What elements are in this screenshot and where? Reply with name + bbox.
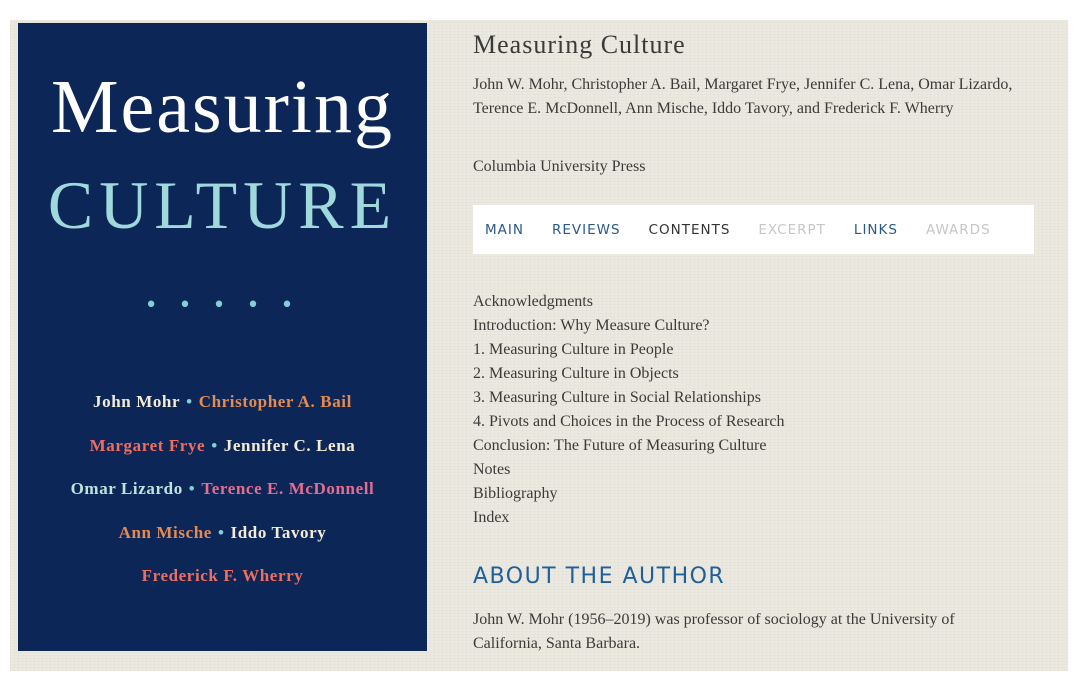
cover-author-name: Terence E. McDonnell xyxy=(201,479,375,498)
contents-item: Introduction: Why Measure Culture? xyxy=(473,317,710,334)
tab-main[interactable]: MAIN xyxy=(485,222,524,238)
contents-item: 2. Measuring Culture in Objects xyxy=(473,365,679,382)
page-panel: Measuring CULTURE • • • • • John Mohr • Ch… xyxy=(10,20,1068,671)
cover-author-name: Margaret Frye xyxy=(89,435,206,455)
contents-item: 3. Measuring Culture in Social Relations… xyxy=(473,389,761,406)
cover-author-line: Omar Lizardo • Terence E. McDonnell xyxy=(18,479,427,523)
cover-author-name: Iddo Tavory xyxy=(230,522,327,542)
tab-bar: MAIN REVIEWS CONTENTS EXCERPT LINKS AWARDS xyxy=(473,205,1034,254)
contents-item: 1. Measuring Culture in People xyxy=(473,341,674,358)
cover-author-name: Omar Lizardo xyxy=(70,479,183,498)
book-authors: John W. Mohr, Christopher A. Bail, Marga… xyxy=(473,76,1013,117)
cover-author-line: Margaret Frye • Jennifer C. Lena xyxy=(18,436,427,480)
tab-awards: AWARDS xyxy=(925,221,991,238)
book-title: Measuring Culture xyxy=(473,30,686,59)
contents-item: Bibliography xyxy=(473,485,558,502)
cover-author-name: Ann Mische xyxy=(118,522,212,542)
cover-authors: John Mohr • Christopher A. Bail Margaret Fr… xyxy=(18,392,427,610)
cover-title-line2: CULTURE xyxy=(47,167,398,243)
cover-author-name: Frederick F. Wherry xyxy=(141,566,304,585)
book-cover-image: Measuring CULTURE • • • • • John Mohr • Ch… xyxy=(18,23,427,651)
cover-dots-ornament: • • • • • xyxy=(144,293,301,318)
tab-contents[interactable]: CONTENTS xyxy=(649,222,731,238)
cover-separator-dot: • xyxy=(217,522,225,542)
contents-item: Conclusion: The Future of Measuring Cult… xyxy=(473,437,767,454)
about-author-heading: ABOUT THE AUTHOR xyxy=(473,564,726,589)
contents-item: Notes xyxy=(473,461,511,478)
contents-item: 4. Pivots and Choices in the Process of … xyxy=(473,413,785,430)
cover-separator-dot: • xyxy=(211,435,218,455)
cover-author-name: John Mohr xyxy=(93,392,181,411)
contents-item: Index xyxy=(473,509,510,526)
about-author-text: John W. Mohr (1956–2019) was professor o… xyxy=(473,611,955,652)
tab-links[interactable]: LINKS xyxy=(854,222,898,238)
contents-item: Acknowledgments xyxy=(473,293,593,310)
table-of-contents: Acknowledgments Introduction: Why Measure… xyxy=(473,290,785,530)
cover-author-name: Jennifer C. Lena xyxy=(223,435,356,455)
cover-author-name: Christopher A. Bail xyxy=(198,392,352,411)
cover-author-line: Frederick F. Wherry xyxy=(18,566,427,610)
tab-excerpt: EXCERPT xyxy=(758,221,826,238)
book-publisher: Columbia University Press xyxy=(473,158,646,175)
cover-author-line: Ann Mische • Iddo Tavory xyxy=(18,523,427,567)
cover-author-line: John Mohr • Christopher A. Bail xyxy=(18,392,427,436)
cover-separator-dot: • xyxy=(186,392,193,411)
tab-reviews[interactable]: REVIEWS xyxy=(552,222,621,238)
cover-separator-dot: • xyxy=(188,479,196,498)
cover-title-line1: Measuring xyxy=(50,65,395,149)
